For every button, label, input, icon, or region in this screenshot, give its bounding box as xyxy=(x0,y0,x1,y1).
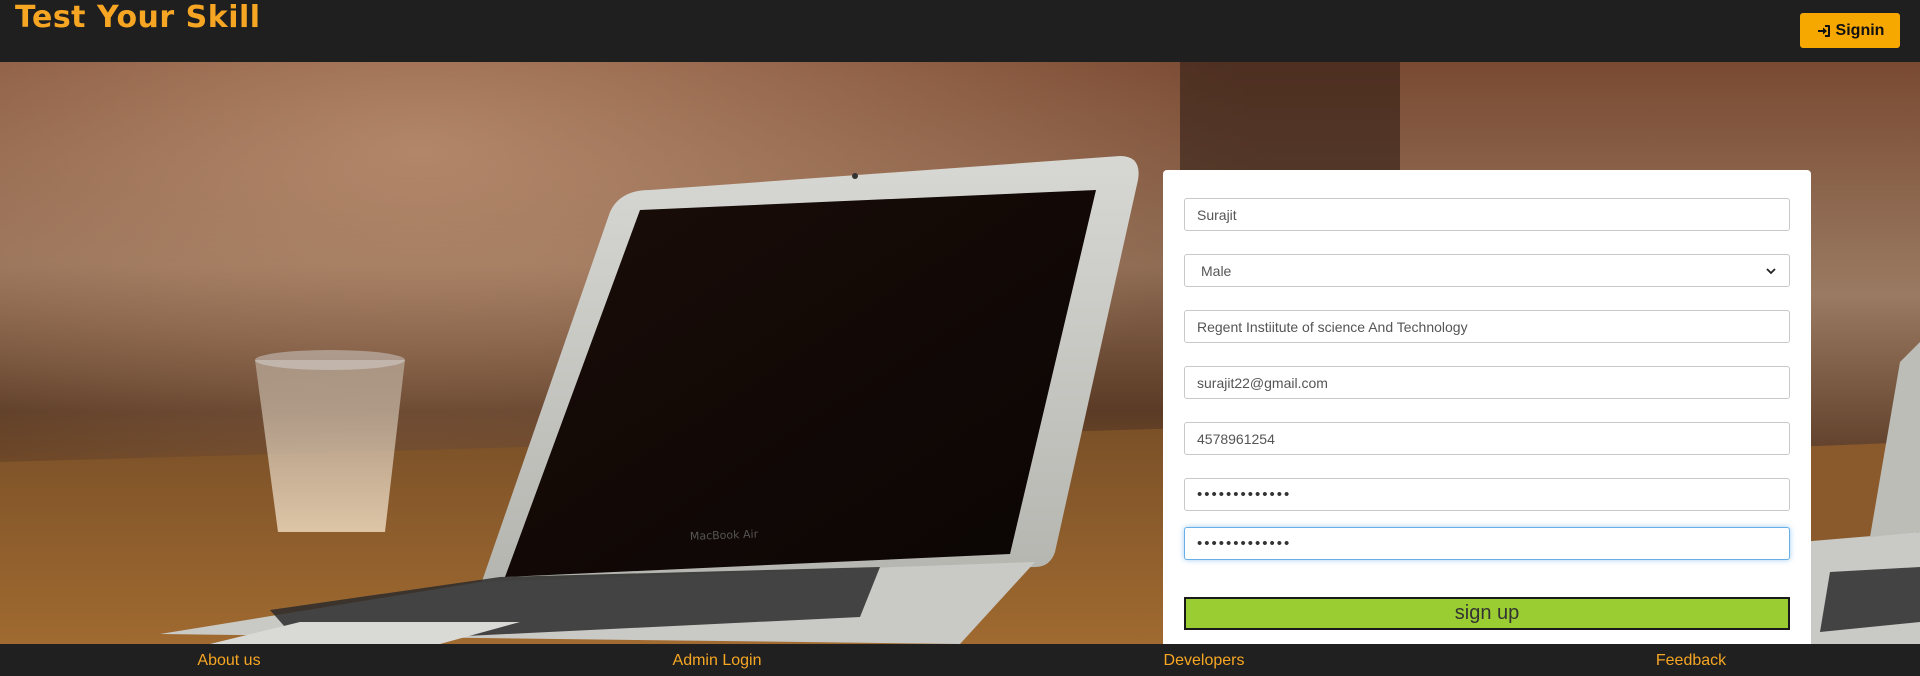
chevron-down-icon xyxy=(1766,267,1776,274)
name-value: Surajit xyxy=(1197,206,1237,223)
name-input[interactable]: Surajit xyxy=(1184,198,1790,231)
phone-value: 4578961254 xyxy=(1197,430,1275,447)
phone-input[interactable]: 4578961254 xyxy=(1184,422,1790,455)
gender-select[interactable]: Male xyxy=(1184,254,1790,287)
footer-link-admin-login[interactable]: Admin Login xyxy=(673,652,762,670)
signin-button[interactable]: Signin xyxy=(1800,13,1900,48)
hero-background: MacBook Air Surajit Male Regent Instiitu… xyxy=(0,62,1920,644)
footer-link-feedback[interactable]: Feedback xyxy=(1656,652,1726,670)
confirm-password-input[interactable]: ••••••••••••• xyxy=(1184,527,1790,560)
top-navbar: Test Your Skill Signin xyxy=(0,0,1920,62)
svg-text:MacBook Air: MacBook Air xyxy=(690,528,759,543)
footer-link-developers[interactable]: Developers xyxy=(1164,652,1245,670)
brand-title[interactable]: Test Your Skill xyxy=(15,0,261,38)
footer: About us Admin Login Developers Feedback xyxy=(0,644,1920,676)
email-value: surajit22@gmail.com xyxy=(1197,374,1328,391)
password-value: ••••••••••••• xyxy=(1197,486,1292,503)
institute-input[interactable]: Regent Instiitute of science And Technol… xyxy=(1184,310,1790,343)
signup-form: Surajit Male Regent Instiitute of scienc… xyxy=(1163,170,1811,644)
signin-label: Signin xyxy=(1835,21,1885,39)
confirm-password-value: ••••••••••••• xyxy=(1197,535,1292,552)
signup-button[interactable]: sign up xyxy=(1184,597,1790,630)
footer-link-about[interactable]: About us xyxy=(197,652,260,670)
email-input[interactable]: surajit22@gmail.com xyxy=(1184,366,1790,399)
password-input[interactable]: ••••••••••••• xyxy=(1184,478,1790,511)
gender-value: Male xyxy=(1201,262,1232,279)
sign-in-icon xyxy=(1817,24,1830,37)
institute-value: Regent Instiitute of science And Technol… xyxy=(1197,318,1468,335)
